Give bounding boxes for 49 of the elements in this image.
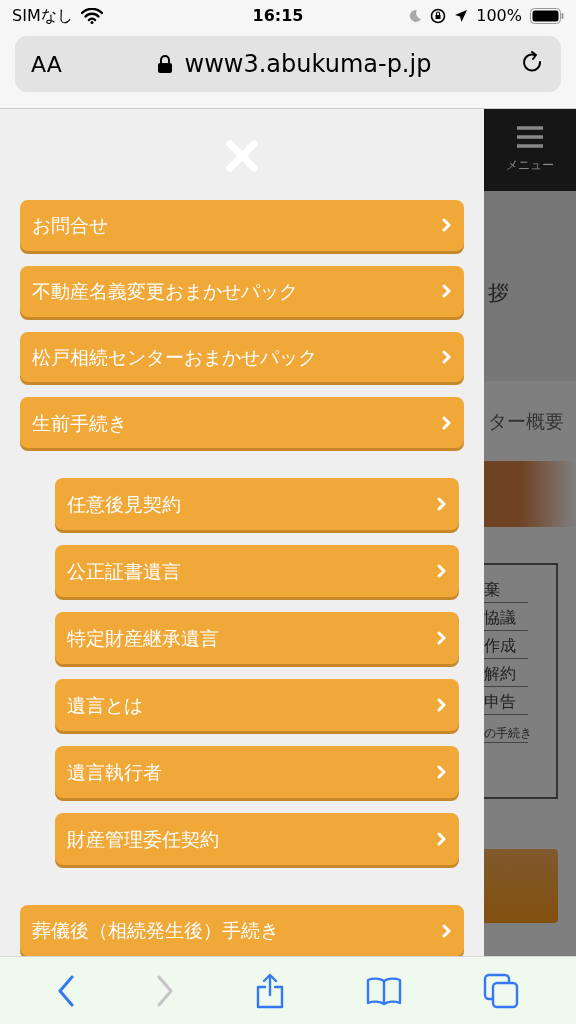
tabs-icon[interactable] (483, 972, 520, 1009)
menu-icon (516, 126, 544, 148)
carrier-label: SIMなし (12, 5, 73, 27)
note-item: 申告 (484, 687, 528, 715)
chevron-icon (437, 497, 447, 512)
chevron-icon (437, 698, 447, 713)
chevron-icon (442, 923, 452, 938)
heading-fragment: ター概要 (487, 408, 564, 434)
chevron-icon (437, 631, 447, 646)
chevron-icon (442, 350, 452, 364)
menu-item[interactable]: 遺言とは (55, 679, 459, 732)
menu-item[interactable]: 葬儀後（相続発生後）手続き (20, 905, 464, 956)
lock-icon (156, 54, 173, 74)
chevron-icon (442, 415, 452, 430)
note-item: 協議 (484, 603, 528, 631)
battery-percent: 100% (476, 5, 522, 27)
heading-fragment: 拶 (487, 280, 509, 308)
chevron-icon (437, 832, 447, 847)
chevron-icon (442, 284, 452, 299)
location-arrow-icon (454, 9, 469, 23)
menu-label: メニュー (506, 157, 554, 174)
note-item: 作成 (484, 631, 528, 659)
wifi-icon (80, 8, 103, 24)
menu-item[interactable]: 生前手続き (20, 397, 464, 449)
menu-toggle[interactable]: メニュー (484, 109, 576, 191)
battery-icon (530, 8, 564, 24)
share-icon[interactable] (254, 972, 285, 1009)
address-bar[interactable]: AA www3.abukuma-p.jp (15, 36, 561, 92)
chevron-icon (442, 218, 452, 233)
menu-item[interactable]: 不動産名義変更おまかせパック (20, 265, 464, 317)
moon-icon (408, 9, 423, 23)
menu-item[interactable]: 財産管理委任契約 (55, 813, 459, 866)
menu-item[interactable]: 松戸相続センターおまかせパック (20, 331, 464, 383)
book-icon[interactable] (366, 975, 403, 1006)
url-text: www3.abukuma-p.jp (184, 49, 432, 80)
note-item: の手続き (484, 715, 528, 743)
menu-item[interactable]: 特定財産継承遺言 (55, 612, 459, 665)
menu-item[interactable]: お問合せ (20, 200, 464, 251)
back-icon[interactable] (56, 974, 75, 1007)
text-size-button[interactable]: AA (31, 47, 91, 81)
note-item: 解約 (484, 659, 528, 687)
menu-item[interactable]: 公正証書遺言 (55, 545, 459, 598)
clock: 16:15 (252, 5, 304, 27)
chevron-icon (437, 765, 447, 780)
menu-item[interactable]: 任意後見契約 (55, 478, 459, 531)
chevron-icon (437, 564, 447, 579)
rotation-lock-icon (430, 8, 447, 24)
menu-item[interactable]: 遺言執行者 (55, 746, 459, 799)
note-item: 棄 (484, 575, 528, 603)
